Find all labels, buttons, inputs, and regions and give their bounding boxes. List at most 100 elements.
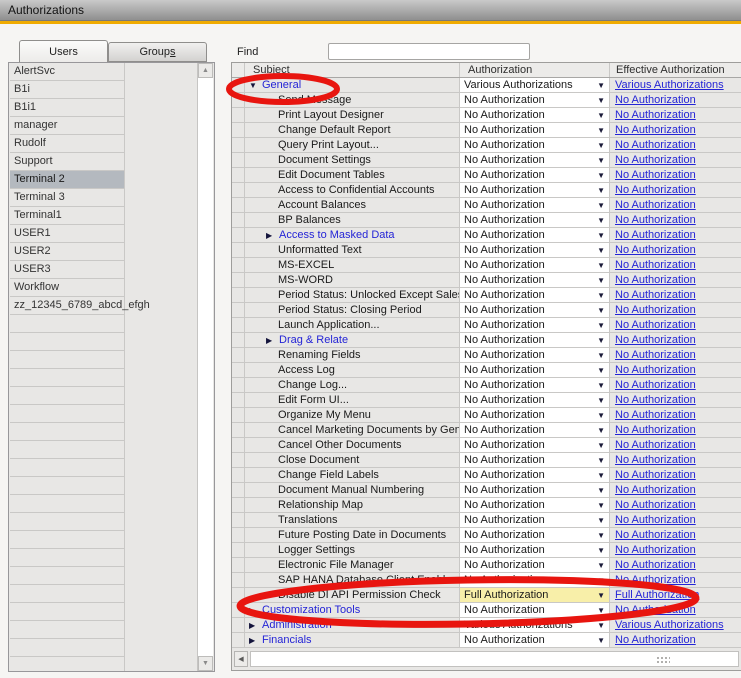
scroll-up-button[interactable]: ▲ — [198, 63, 213, 78]
subject-cell[interactable]: Query Print Layout... — [245, 138, 460, 152]
tree-toggle-icon[interactable]: ▶ — [266, 336, 279, 345]
subject-cell[interactable]: Cancel Other Documents — [245, 438, 460, 452]
authorization-dropdown[interactable]: No Authorization ▼ — [460, 378, 610, 392]
subject-cell[interactable]: Change Default Report — [245, 123, 460, 137]
effective-authorization-link[interactable]: No Authorization — [615, 544, 696, 556]
authorization-dropdown[interactable]: No Authorization ▼ — [460, 498, 610, 512]
tree-toggle-icon[interactable]: ▶ — [249, 636, 262, 645]
row-selector[interactable] — [232, 393, 245, 407]
row-selector[interactable] — [232, 528, 245, 542]
row-selector[interactable] — [232, 198, 245, 212]
subject-cell[interactable]: Disable DI API Permission Check — [245, 588, 460, 602]
scroll-down-button[interactable]: ▼ — [198, 656, 213, 671]
subject-cell[interactable]: Change Field Labels — [245, 468, 460, 482]
tree-toggle-icon[interactable]: ▶ — [266, 231, 279, 240]
row-selector[interactable] — [232, 243, 245, 257]
find-input[interactable] — [328, 43, 530, 60]
authorization-dropdown[interactable]: Various Authorizations ▼ — [460, 618, 610, 632]
row-selector[interactable] — [232, 303, 245, 317]
dropdown-arrow-icon[interactable]: ▼ — [597, 516, 609, 525]
dropdown-arrow-icon[interactable]: ▼ — [597, 531, 609, 540]
dropdown-arrow-icon[interactable]: ▼ — [597, 276, 609, 285]
effective-authorization-link[interactable]: No Authorization — [615, 364, 696, 376]
dropdown-arrow-icon[interactable]: ▼ — [597, 591, 609, 600]
row-selector[interactable] — [232, 483, 245, 497]
row-selector[interactable] — [232, 93, 245, 107]
subject-cell[interactable]: Period Status: Closing Period — [245, 303, 460, 317]
authorization-dropdown[interactable]: No Authorization ▼ — [460, 438, 610, 452]
dropdown-arrow-icon[interactable]: ▼ — [597, 606, 609, 615]
authorization-dropdown[interactable]: No Authorization ▼ — [460, 288, 610, 302]
row-selector[interactable] — [232, 273, 245, 287]
effective-authorization-link[interactable]: Various Authorizations — [615, 79, 724, 91]
dropdown-arrow-icon[interactable]: ▼ — [597, 546, 609, 555]
subject-cell[interactable]: Account Balances — [245, 198, 460, 212]
subject-cell[interactable]: ▶ Customization Tools — [245, 603, 460, 617]
authorization-dropdown[interactable]: Various Authorizations ▼ — [460, 78, 610, 92]
effective-authorization-link[interactable]: No Authorization — [615, 244, 696, 256]
scrollbar-grip-icon[interactable] — [656, 656, 670, 664]
subject-cell[interactable]: Access to Confidential Accounts — [245, 183, 460, 197]
tree-toggle-icon[interactable]: ▶ — [249, 606, 262, 615]
effective-authorization-link[interactable]: No Authorization — [615, 154, 696, 166]
authorization-dropdown[interactable]: No Authorization ▼ — [460, 213, 610, 227]
authorization-dropdown[interactable]: No Authorization ▼ — [460, 303, 610, 317]
authorization-dropdown[interactable]: No Authorization ▼ — [460, 228, 610, 242]
user-list-item[interactable]: Support — [10, 153, 125, 171]
subject-cell[interactable]: Document Manual Numbering — [245, 483, 460, 497]
row-selector[interactable] — [232, 603, 245, 617]
effective-authorization-link[interactable]: No Authorization — [615, 574, 696, 586]
dropdown-arrow-icon[interactable]: ▼ — [597, 126, 609, 135]
effective-authorization-link[interactable]: No Authorization — [615, 499, 696, 511]
authorization-dropdown[interactable]: Full Authorization ▼ — [460, 588, 610, 602]
dropdown-arrow-icon[interactable]: ▼ — [597, 306, 609, 315]
row-selector[interactable] — [232, 468, 245, 482]
subject-cell[interactable]: ▶ Access to Masked Data — [245, 228, 460, 242]
effective-authorization-link[interactable]: No Authorization — [615, 184, 696, 196]
tree-toggle-icon[interactable]: ▶ — [249, 621, 262, 630]
effective-authorization-link[interactable]: No Authorization — [615, 439, 696, 451]
dropdown-arrow-icon[interactable]: ▼ — [597, 471, 609, 480]
subject-cell[interactable]: Translations — [245, 513, 460, 527]
subject-cell[interactable]: Period Status: Unlocked Except Sales — [245, 288, 460, 302]
dropdown-arrow-icon[interactable]: ▼ — [597, 621, 609, 630]
authorization-dropdown[interactable]: No Authorization ▼ — [460, 273, 610, 287]
dropdown-arrow-icon[interactable]: ▼ — [597, 456, 609, 465]
tree-toggle-icon[interactable]: ▼ — [249, 81, 262, 90]
authorization-dropdown[interactable]: No Authorization ▼ — [460, 363, 610, 377]
dropdown-arrow-icon[interactable]: ▼ — [597, 636, 609, 645]
row-selector[interactable] — [232, 543, 245, 557]
subject-cell[interactable]: Print Layout Designer — [245, 108, 460, 122]
row-selector[interactable] — [232, 408, 245, 422]
subject-cell[interactable]: Edit Document Tables — [245, 168, 460, 182]
authorization-dropdown[interactable]: No Authorization ▼ — [460, 108, 610, 122]
row-selector[interactable] — [232, 138, 245, 152]
dropdown-arrow-icon[interactable]: ▼ — [597, 441, 609, 450]
effective-authorization-link[interactable]: No Authorization — [615, 469, 696, 481]
user-list-item[interactable]: Terminal 2 — [10, 171, 125, 189]
row-selector[interactable] — [232, 108, 245, 122]
effective-authorization-link[interactable]: No Authorization — [615, 454, 696, 466]
authorization-dropdown[interactable]: No Authorization ▼ — [460, 528, 610, 542]
dropdown-arrow-icon[interactable]: ▼ — [597, 186, 609, 195]
subject-cell[interactable]: Renaming Fields — [245, 348, 460, 362]
subject-cell[interactable]: Logger Settings — [245, 543, 460, 557]
effective-authorization-link[interactable]: No Authorization — [615, 409, 696, 421]
effective-authorization-link[interactable]: No Authorization — [615, 124, 696, 136]
row-selector[interactable] — [232, 228, 245, 242]
subject-cell[interactable]: Access Log — [245, 363, 460, 377]
row-selector[interactable] — [232, 333, 245, 347]
column-header-effective-authorization[interactable]: Effective Authorization — [610, 63, 741, 77]
authorization-dropdown[interactable]: No Authorization ▼ — [460, 573, 610, 587]
dropdown-arrow-icon[interactable]: ▼ — [597, 216, 609, 225]
dropdown-arrow-icon[interactable]: ▼ — [597, 501, 609, 510]
user-list-item[interactable]: AlertSvc — [10, 63, 125, 81]
subject-cell[interactable]: Document Settings — [245, 153, 460, 167]
user-list-item[interactable]: zz_12345_6789_abcd_efgh — [10, 297, 125, 315]
authorization-dropdown[interactable]: No Authorization ▼ — [460, 543, 610, 557]
subject-cell[interactable]: Relationship Map — [245, 498, 460, 512]
dropdown-arrow-icon[interactable]: ▼ — [597, 261, 609, 270]
subject-cell[interactable]: BP Balances — [245, 213, 460, 227]
dropdown-arrow-icon[interactable]: ▼ — [597, 201, 609, 210]
row-selector[interactable] — [232, 318, 245, 332]
